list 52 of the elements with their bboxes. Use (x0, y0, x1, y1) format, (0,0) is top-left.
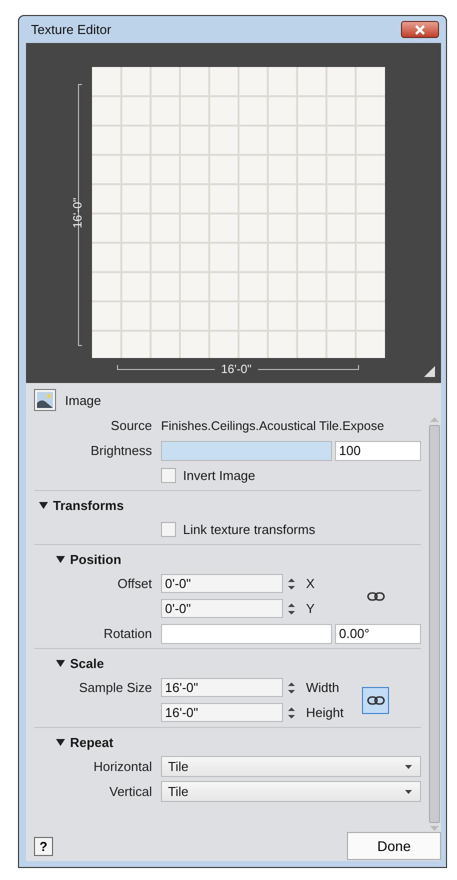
value-field[interactable]: 16'-0" (161, 703, 283, 722)
chain-link-icon (366, 696, 384, 704)
axis-label: Width (306, 680, 340, 695)
field-label: Horizontal (92, 759, 153, 774)
spinner-arrows-icon (288, 578, 294, 590)
section-title[interactable]: Position (70, 552, 122, 566)
section-title[interactable]: Transforms (53, 498, 124, 512)
field-label: Source (110, 418, 153, 433)
spinner-arrows-icon (288, 602, 294, 614)
value-field[interactable]: 16'-0" (161, 678, 283, 697)
dropdown[interactable]: Tile (161, 756, 421, 777)
field-label: Vertical (108, 784, 153, 799)
resize-grip-icon[interactable] (424, 366, 435, 377)
dropdown[interactable]: Tile (161, 781, 421, 802)
caret-icon[interactable] (56, 660, 65, 666)
axis-label: Height (306, 705, 345, 720)
brightness-field[interactable]: 100 (335, 440, 421, 460)
section-title: Image (65, 392, 102, 408)
section-title[interactable]: Scale (70, 656, 104, 670)
field-label: Offset (116, 576, 153, 591)
caret-icon[interactable] (39, 502, 48, 508)
axis-label: Y (306, 601, 316, 616)
checkbox-label: Invert Image (183, 468, 256, 483)
caret-icon (405, 790, 412, 794)
checkbox[interactable] (161, 468, 176, 483)
rotation-slider[interactable] (161, 624, 332, 644)
field-label: Rotation (102, 626, 153, 641)
done-button[interactable]: Done (347, 832, 441, 860)
field-label: Brightness (90, 443, 153, 458)
checkbox-label: Link texture transforms (183, 522, 316, 537)
close-icon (414, 24, 426, 34)
spinner-arrows-icon (288, 682, 294, 694)
value-field[interactable]: 0'-0" (161, 574, 283, 593)
caret-icon (405, 764, 412, 768)
source-path: Finishes.Ceilings.Acoustical Tile.Expose (161, 418, 384, 432)
width-dimension: 16'-0" (215, 362, 258, 376)
help-button[interactable]: ? (34, 836, 53, 856)
section-title[interactable]: Repeat (70, 734, 114, 750)
caret-icon[interactable] (56, 738, 65, 746)
chain-link-icon (366, 592, 384, 600)
chain-link-toggle[interactable] (362, 686, 389, 714)
window-title: Texture Editor (31, 22, 112, 37)
value-field[interactable]: 0'-0" (161, 599, 283, 618)
checkbox[interactable] (161, 522, 176, 537)
spinner-arrows-icon (288, 706, 294, 718)
height-dimension: 16'-0" (70, 198, 84, 228)
rotation-field[interactable]: 0.00° (335, 624, 421, 644)
field-label: Sample Size (78, 680, 153, 695)
caret-icon[interactable] (56, 556, 65, 562)
image-icon (34, 389, 56, 411)
axis-label: X (306, 576, 316, 591)
close-button[interactable] (401, 21, 439, 38)
